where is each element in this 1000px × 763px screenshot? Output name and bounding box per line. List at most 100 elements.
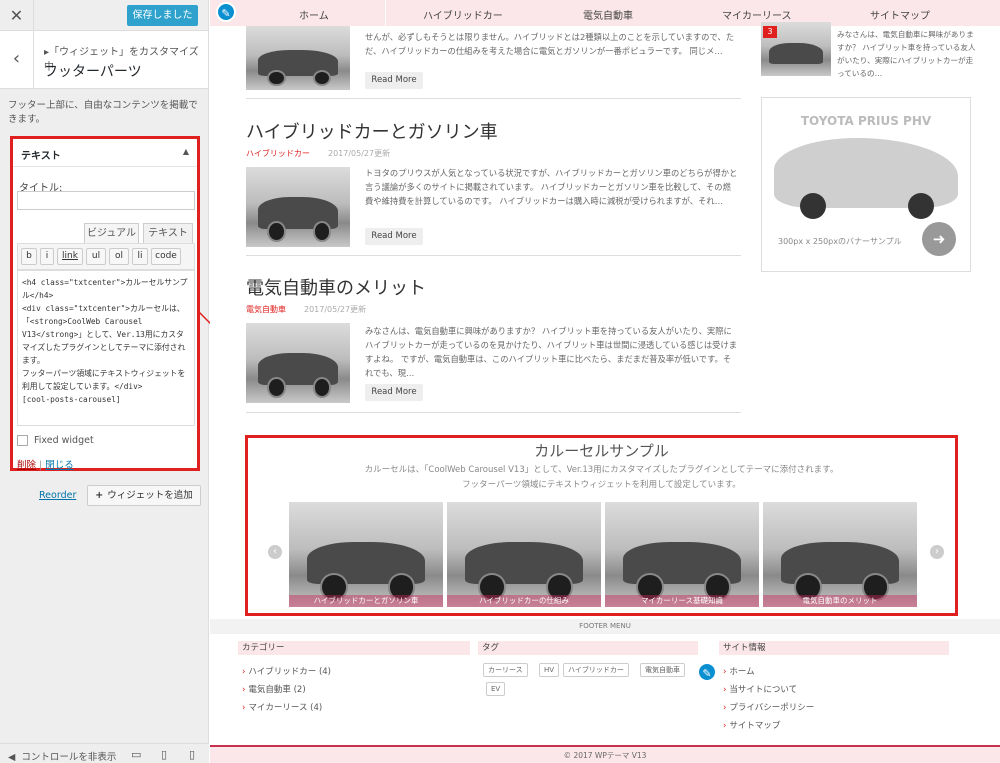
- quicktag-italic-button[interactable]: i: [40, 248, 54, 265]
- reorder-link[interactable]: Reorder: [39, 490, 76, 501]
- divider: [246, 255, 741, 256]
- quicktag-li-button[interactable]: li: [132, 248, 148, 265]
- tag-link[interactable]: ハイブリッドカー: [563, 663, 629, 677]
- footer-site-link[interactable]: › サイトマップ: [723, 719, 780, 731]
- post-date: 2017/05/27更新: [328, 149, 391, 158]
- post-category[interactable]: ハイブリッドカー: [246, 148, 310, 159]
- nav-item-home[interactable]: ホーム: [299, 7, 329, 22]
- footer-site-info-heading: サイト情報: [719, 641, 949, 655]
- side-post-excerpt: みなさんは、電気自動車に興味がありますか？ ハイブリット車を持っている友人がいた…: [837, 30, 976, 78]
- footer-site-link[interactable]: › 当サイトについて: [723, 683, 797, 695]
- post-date: 2017/05/27更新: [304, 305, 367, 314]
- carousel-slide[interactable]: マイカーリース基礎知識: [605, 502, 759, 607]
- tab-text[interactable]: テキスト: [143, 223, 193, 243]
- close-icon[interactable]: ✕: [0, 0, 34, 31]
- add-widget-button[interactable]: + ウィジェットを追加: [87, 485, 201, 506]
- tag-link[interactable]: カーリース: [483, 663, 528, 677]
- delete-link[interactable]: 削除: [17, 460, 36, 471]
- post-excerpt: せんが、必ずしもそうとは限りません。ハイブリッドとは2種類以上のことを示していま…: [365, 32, 735, 56]
- customizer-footer: ◀ コントロールを非表示 ▭ ▯ ▯: [0, 743, 209, 763]
- copyright: © 2017 WPテーマ V13: [210, 745, 1000, 763]
- divider: [246, 412, 741, 413]
- post-excerpt: みなさんは、電気自動車に興味がありますか？ ハイブリット車を持っている友人がいた…: [365, 326, 738, 378]
- footer-tags-heading: タグ: [478, 641, 698, 655]
- title-input[interactable]: [17, 191, 195, 210]
- banner-wheel: [800, 193, 826, 219]
- fixed-widget-label: Fixed widget: [34, 435, 94, 446]
- slide-caption: ハイブリッドカーとガソリン車: [289, 595, 443, 607]
- collapse-icon: ◀: [8, 752, 16, 763]
- post-thumbnail[interactable]: [246, 323, 350, 403]
- widget-content-textarea[interactable]: <h4 class="txtcenter">カルーセルサンプル</h4> <di…: [17, 270, 195, 426]
- post-thumbnail[interactable]: [246, 167, 350, 247]
- quicktag-link-button[interactable]: link: [57, 248, 83, 265]
- widget-header[interactable]: テキスト ▲: [13, 139, 197, 167]
- customizer-sidebar: ✕ 保存しました ‹ ▸「ウィジェット」をカスタマイズ中 フッターパーツ フッタ…: [0, 0, 209, 763]
- footer-site-link[interactable]: › プライバシーポリシー: [723, 701, 814, 713]
- carousel-slide[interactable]: ハイブリッドカーの仕組み: [447, 502, 601, 607]
- banner-title: TOYOTA PRIUS PHV: [800, 114, 932, 128]
- desktop-icon[interactable]: ▭: [131, 748, 141, 761]
- widget-actions: 削除 | 閉じる: [17, 457, 74, 471]
- footer-menu-label: FOOTER MENU: [210, 619, 1000, 634]
- post-category[interactable]: 電気自動車: [246, 304, 286, 315]
- link-separator: |: [36, 460, 46, 471]
- save-button[interactable]: 保存しました: [127, 5, 198, 26]
- nav-item-ev[interactable]: 電気自動車: [583, 7, 633, 22]
- banner-ad[interactable]: TOYOTA PRIUS PHV 300px x 250pxのバナーサンプル ➜: [761, 97, 971, 272]
- edit-shortcut-icon[interactable]: ✎: [697, 662, 717, 682]
- quicktag-code-button[interactable]: code: [151, 248, 181, 265]
- carousel-title: カルーセルサンプル: [534, 442, 669, 460]
- footer-category-link[interactable]: › ハイブリッドカー (4): [242, 665, 331, 677]
- banner-wheel: [908, 193, 934, 219]
- nav-item-hybrid[interactable]: ハイブリッドカー: [423, 7, 503, 22]
- quicktag-ul-button[interactable]: ul: [86, 248, 106, 265]
- read-more-button[interactable]: Read More: [365, 72, 423, 89]
- footer-category-link[interactable]: › 電気自動車 (2): [242, 683, 306, 695]
- section-description: フッター上部に、自由なコンテンツを掲載できます。: [8, 100, 198, 125]
- carousel-next-icon[interactable]: ›: [930, 545, 944, 559]
- divider: [246, 98, 741, 99]
- edit-shortcut-icon[interactable]: ✎: [216, 2, 236, 22]
- back-icon[interactable]: ‹: [0, 31, 34, 89]
- read-more-button[interactable]: Read More: [365, 384, 423, 401]
- slide-caption: 電気自動車のメリット: [763, 595, 917, 607]
- arrow-right-icon[interactable]: ➜: [922, 222, 956, 256]
- tag-link[interactable]: EV: [486, 682, 506, 696]
- hide-controls-button[interactable]: ◀ コントロールを非表示: [8, 749, 116, 763]
- top-navigation: ホーム ハイブリッドカー 電気自動車 マイカーリース サイトマップ: [210, 0, 1000, 26]
- footer-site-link[interactable]: › ホーム: [723, 665, 755, 677]
- fixed-widget-checkbox[interactable]: [17, 435, 28, 446]
- hide-controls-label: コントロールを非表示: [21, 752, 117, 763]
- tab-visual[interactable]: ビジュアル: [84, 223, 139, 243]
- quicktag-bold-button[interactable]: b: [21, 248, 37, 265]
- slide-caption: マイカーリース基礎知識: [605, 595, 759, 607]
- nav-item-lease[interactable]: マイカーリース: [722, 7, 792, 22]
- rank-badge: 3: [763, 26, 777, 38]
- add-widget-label: ウィジェットを追加: [107, 490, 193, 501]
- tag-link[interactable]: HV: [539, 663, 560, 677]
- customizer-app: ✕ 保存しました ‹ ▸「ウィジェット」をカスタマイズ中 フッターパーツ フッタ…: [0, 0, 1000, 763]
- post-title[interactable]: ハイブリッドカーとガソリン車: [246, 118, 498, 144]
- tag-link[interactable]: 電気自動車: [640, 663, 685, 677]
- quicktag-ol-button[interactable]: ol: [109, 248, 129, 265]
- section-title: フッターパーツ: [44, 64, 142, 80]
- footer-category-link[interactable]: › マイカーリース (4): [242, 701, 322, 713]
- nav-item-sitemap[interactable]: サイトマップ: [870, 7, 930, 22]
- carousel-section: カルーセルサンプル カルーセルは、「CoolWeb Carousel V13」と…: [245, 435, 958, 616]
- carousel-slide[interactable]: 電気自動車のメリット: [763, 502, 917, 607]
- post-title[interactable]: 電気自動車のメリット: [246, 274, 426, 300]
- read-more-button[interactable]: Read More: [365, 228, 423, 245]
- carousel-prev-icon[interactable]: ‹: [268, 545, 282, 559]
- carousel-slide[interactable]: ハイブリッドカーとガソリン車: [289, 502, 443, 607]
- mobile-icon[interactable]: ▯: [189, 748, 195, 761]
- nav-divider: [385, 0, 386, 26]
- post-thumbnail[interactable]: [246, 26, 350, 90]
- quicktags-toolbar: b i link ul ol li code: [17, 243, 195, 270]
- caret-up-icon[interactable]: ▲: [183, 147, 189, 156]
- tablet-icon[interactable]: ▯: [161, 748, 167, 761]
- fixed-widget-row[interactable]: Fixed widget: [17, 435, 94, 446]
- close-link[interactable]: 閉じる: [45, 460, 74, 471]
- customizer-header: ✕ 保存しました: [0, 0, 208, 31]
- section-header: ‹ ▸「ウィジェット」をカスタマイズ中 フッターパーツ: [0, 31, 208, 89]
